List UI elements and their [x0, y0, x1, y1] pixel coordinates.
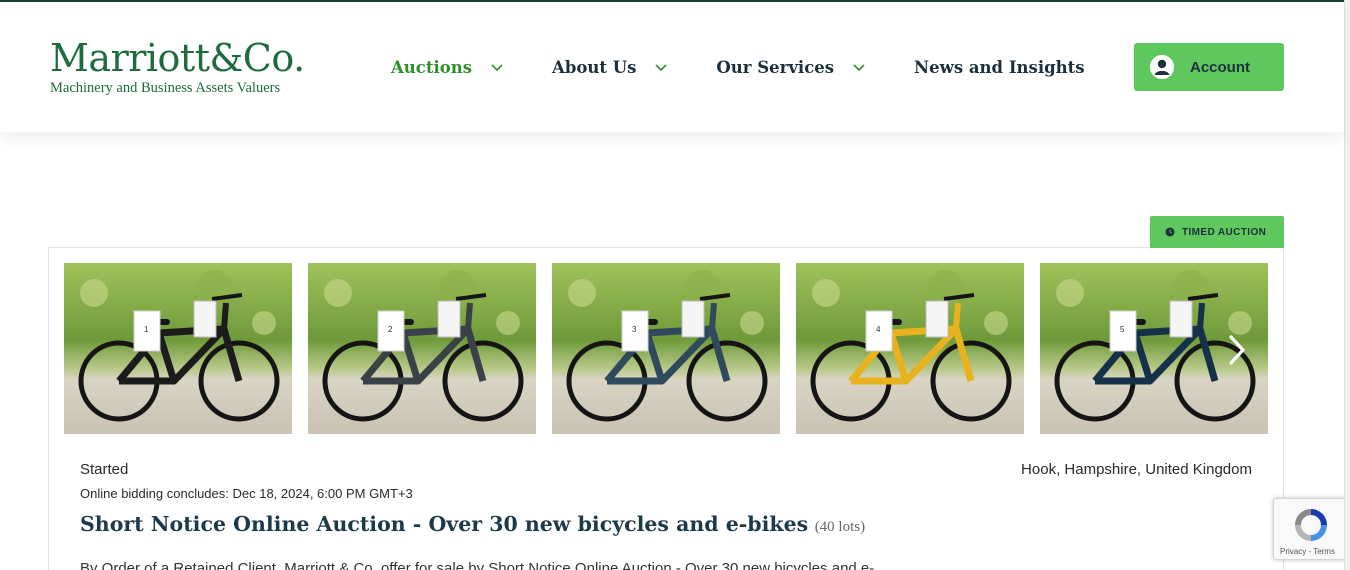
site-header: Marriott&Co. Machinery and Business Asse… [0, 2, 1344, 132]
lot-tag-number: 5 [1120, 325, 1125, 334]
lot-tag-number: 4 [876, 325, 881, 334]
clock-icon [1165, 227, 1175, 237]
nav-item-our-services[interactable]: Our Services [716, 58, 866, 77]
chevron-down-icon [655, 63, 667, 71]
lot-thumbnail[interactable]: 2 [308, 263, 536, 434]
auction-card: 1 2 3 4 5 Started Hook, Hampshire, United Ki… [48, 247, 1284, 570]
lot-thumbnail[interactable]: 1 [64, 263, 292, 434]
recaptcha-badge[interactable]: Privacy - Terms [1273, 498, 1350, 560]
user-icon [1150, 55, 1174, 79]
lot-tag-number: 1 [144, 325, 149, 334]
lot-tag-number: 2 [388, 325, 393, 334]
timed-auction-badge: TIMED AUCTION [1150, 216, 1284, 248]
auction-title[interactable]: Short Notice Online Auction - Over 30 ne… [80, 512, 808, 536]
nav-item-auctions[interactable]: Auctions [391, 58, 504, 77]
auction-title-row: Short Notice Online Auction - Over 30 ne… [80, 512, 865, 536]
chevron-down-icon [491, 63, 503, 71]
auction-location: Hook, Hampshire, United Kingdom [1021, 461, 1252, 478]
chevron-down-icon [853, 63, 865, 71]
badge-label: TIMED AUCTION [1182, 226, 1267, 238]
logo-name: Marriott&Co. [50, 36, 305, 80]
lot-count: (40 lots) [814, 519, 866, 535]
lot-thumbnail[interactable]: 3 [552, 263, 780, 434]
lot-tag-number: 3 [632, 325, 637, 334]
nav-item-label: Our Services [716, 58, 835, 77]
nav-item-news-and-insights[interactable]: News and Insights [914, 58, 1085, 77]
nav-item-label: About Us [552, 58, 637, 77]
auction-description: By Order of a Retained Client, Marriott … [80, 560, 875, 570]
lot-thumbnail[interactable]: 4 [796, 263, 1024, 434]
image-gallery: 1 2 3 4 5 [64, 263, 1284, 434]
recaptcha-links[interactable]: Privacy - Terms [1280, 547, 1335, 556]
nav-item-label: Auctions [391, 58, 473, 77]
recaptcha-icon [1295, 509, 1327, 541]
auction-status: Started [80, 461, 129, 478]
chevron-right-icon[interactable] [1223, 333, 1251, 367]
account-button-label: Account [1190, 58, 1250, 76]
nav-item-label: News and Insights [914, 58, 1085, 77]
vertical-scrollbar[interactable] [1344, 0, 1350, 570]
account-button[interactable]: Account [1134, 43, 1284, 91]
main-nav: Auctions About Us Our Services News and … [391, 58, 1085, 77]
nav-item-about-us[interactable]: About Us [552, 58, 668, 77]
logo-tagline: Machinery and Business Assets Valuers [50, 80, 281, 96]
bidding-concludes: Online bidding concludes: Dec 18, 2024, … [80, 486, 413, 501]
logo[interactable]: Marriott&Co. Machinery and Business Asse… [50, 38, 305, 97]
